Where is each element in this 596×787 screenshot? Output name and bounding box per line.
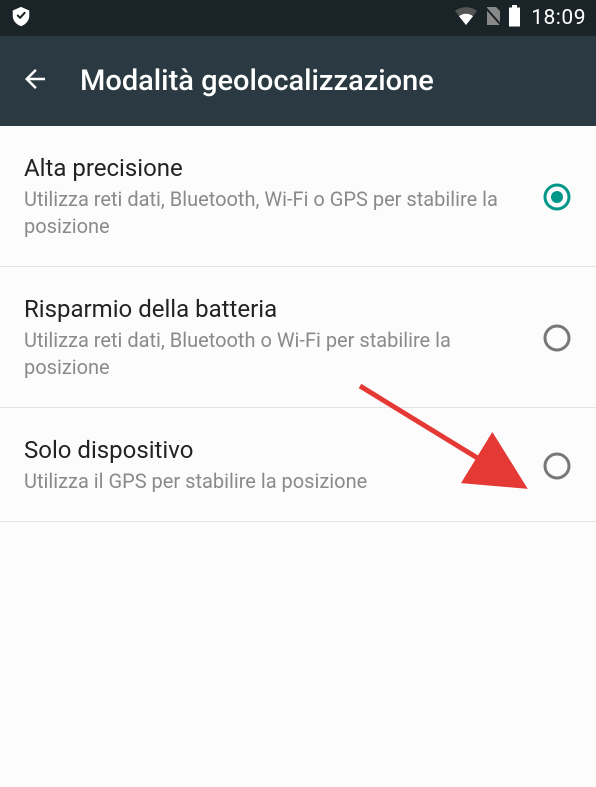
app-bar: Modalità geolocalizzazione bbox=[0, 36, 596, 126]
option-device-only[interactable]: Solo dispositivo Utilizza il GPS per sta… bbox=[0, 408, 596, 522]
app-badge-icon bbox=[10, 5, 32, 31]
status-left bbox=[10, 5, 32, 31]
option-description: Utilizza reti dati, Bluetooth o Wi-Fi pe… bbox=[24, 327, 522, 381]
status-bar: 18:09 bbox=[0, 0, 596, 36]
status-right: 18:09 bbox=[454, 5, 586, 31]
option-text: Solo dispositivo Utilizza il GPS per sta… bbox=[24, 436, 542, 495]
radio-selected-icon[interactable] bbox=[542, 182, 572, 212]
option-description: Utilizza il GPS per stabilire la posizio… bbox=[24, 468, 522, 495]
option-description: Utilizza reti dati, Bluetooth, Wi-Fi o G… bbox=[24, 186, 522, 240]
back-arrow-icon[interactable] bbox=[20, 64, 50, 98]
battery-icon bbox=[508, 5, 521, 31]
option-text: Risparmio della batteria Utilizza reti d… bbox=[24, 295, 542, 381]
option-title: Risparmio della batteria bbox=[24, 295, 522, 323]
clock: 18:09 bbox=[531, 6, 586, 30]
page-title: Modalità geolocalizzazione bbox=[80, 64, 434, 98]
option-battery-saving[interactable]: Risparmio della batteria Utilizza reti d… bbox=[0, 267, 596, 408]
no-sim-icon bbox=[484, 5, 502, 31]
radio-unselected-icon[interactable] bbox=[542, 323, 572, 353]
option-text: Alta precisione Utilizza reti dati, Blue… bbox=[24, 154, 542, 240]
option-title: Alta precisione bbox=[24, 154, 522, 182]
wifi-icon bbox=[454, 6, 478, 30]
radio-unselected-icon[interactable] bbox=[542, 451, 572, 481]
options-list: Alta precisione Utilizza reti dati, Blue… bbox=[0, 126, 596, 522]
option-title: Solo dispositivo bbox=[24, 436, 522, 464]
option-high-accuracy[interactable]: Alta precisione Utilizza reti dati, Blue… bbox=[0, 126, 596, 267]
